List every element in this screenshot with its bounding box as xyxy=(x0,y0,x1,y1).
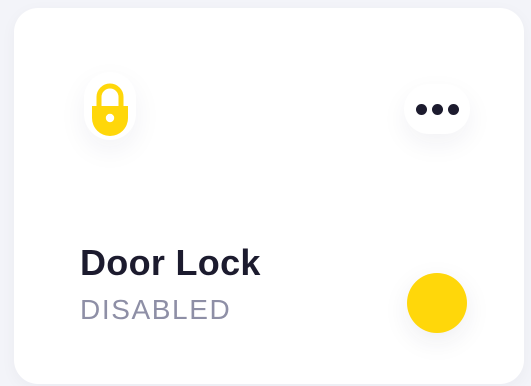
dot xyxy=(431,103,443,115)
toggle-knob-button[interactable] xyxy=(407,273,467,333)
lock-icon-container xyxy=(84,72,136,140)
device-name: Door Lock xyxy=(80,242,261,283)
dot xyxy=(447,103,459,115)
device-status: DISABLED xyxy=(80,294,232,325)
device-card[interactable]: Door Lock DISABLED xyxy=(14,8,524,384)
more-options-button[interactable] xyxy=(404,84,470,134)
more-horizontal-icon xyxy=(415,103,459,115)
lock-icon xyxy=(92,83,128,136)
dot xyxy=(415,103,427,115)
